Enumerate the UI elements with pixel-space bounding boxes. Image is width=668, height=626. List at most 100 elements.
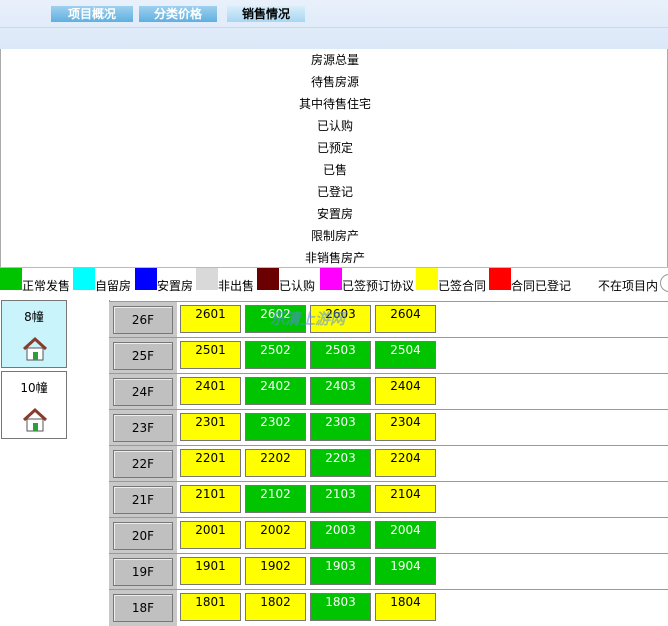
unit-cell[interactable]: 2603 <box>310 305 371 333</box>
floor-row: 25F 2501 2502 2503 2504 <box>109 337 668 374</box>
legend-swatch <box>257 268 279 290</box>
summary-item: 已认购 <box>316 119 353 133</box>
legend-swatch <box>416 268 438 290</box>
summary-item: 非销售房产 <box>304 251 365 265</box>
sales-summary: 房源总量待售房源其中待售住宅 已认购已预定已售已登记安置房限制房产非销售房产 <box>0 49 668 268</box>
legend-label: 已签合同 <box>438 279 487 293</box>
floor-cell: 21F <box>109 482 177 518</box>
unit-cell[interactable]: 2004 <box>375 521 436 549</box>
legend-label: 正常发售 <box>22 279 71 293</box>
unit-cell[interactable]: 2001 <box>180 521 241 549</box>
unit-cell[interactable]: 2403 <box>310 377 371 405</box>
legend-swatch <box>196 268 218 290</box>
floor-row: 20F 2001 2002 2003 2004 <box>109 517 668 554</box>
unit-cell[interactable]: 1901 <box>180 557 241 585</box>
legend-label: 安置房 <box>157 279 194 293</box>
unit-cell[interactable]: 2401 <box>180 377 241 405</box>
unit-cell[interactable]: 2201 <box>180 449 241 477</box>
legend-label: 非出售 <box>218 279 255 293</box>
house-icon <box>22 336 48 361</box>
floor-button[interactable]: 21F <box>113 486 173 514</box>
summary-item: 已售 <box>322 163 347 177</box>
summary-item: 安置房 <box>316 207 353 221</box>
legend-swatch <box>0 268 22 290</box>
house-icon <box>22 407 48 432</box>
unit-cell[interactable]: 2103 <box>310 485 371 513</box>
unit-cell[interactable]: 2302 <box>245 413 306 441</box>
floor-button[interactable]: 19F <box>113 558 173 586</box>
floor-cell: 18F <box>109 590 177 626</box>
summary-item: 待售房源 <box>310 75 359 89</box>
unit-cell[interactable]: 2501 <box>180 341 241 369</box>
legend-swatch <box>73 268 95 290</box>
floor-row: 21F 2101 2102 2103 2104 <box>109 481 668 518</box>
summary-item: 其中待售住宅 <box>298 97 371 111</box>
legend-label: 合同已登记 <box>511 279 572 293</box>
unit-cell[interactable]: 1802 <box>245 593 306 621</box>
unit-cell[interactable]: 1904 <box>375 557 436 585</box>
unit-cell[interactable]: 2503 <box>310 341 371 369</box>
unit-cell[interactable]: 2602 <box>245 305 306 333</box>
top-bar: 项目概况 分类价格 销售情况 <box>0 0 668 49</box>
tab-project-overview[interactable]: 项目概况 <box>51 6 133 22</box>
floor-row: 18F 1801 1802 1803 1804 <box>109 589 668 626</box>
floor-cell: 24F <box>109 374 177 410</box>
legend-label: 自留房 <box>95 279 132 293</box>
floor-button[interactable]: 23F <box>113 414 173 442</box>
floor-row: 26F 2601 2602 2603 2604 <box>109 301 668 338</box>
summary-item: 已预定 <box>316 141 353 155</box>
floor-row: 23F 2301 2302 2303 2304 <box>109 409 668 446</box>
unit-cell[interactable]: 2102 <box>245 485 306 513</box>
unit-cell[interactable]: 2303 <box>310 413 371 441</box>
floor-button[interactable]: 25F <box>113 342 173 370</box>
unit-cell[interactable]: 2101 <box>180 485 241 513</box>
summary-item: 已登记 <box>316 185 353 199</box>
floor-cell: 23F <box>109 410 177 446</box>
unit-cell[interactable]: 2202 <box>245 449 306 477</box>
legend-swatch <box>489 268 511 290</box>
tab-sales-status[interactable]: 销售情况 <box>227 6 305 22</box>
floor-cell: 22F <box>109 446 177 482</box>
unit-cell[interactable]: 2504 <box>375 341 436 369</box>
floor-button[interactable]: 22F <box>113 450 173 478</box>
unit-cell[interactable]: 2604 <box>375 305 436 333</box>
unit-cell[interactable]: 1902 <box>245 557 306 585</box>
unit-cell[interactable]: 1801 <box>180 593 241 621</box>
floor-button[interactable]: 26F <box>113 306 173 334</box>
unit-cell[interactable]: 2204 <box>375 449 436 477</box>
unit-cell[interactable]: 2104 <box>375 485 436 513</box>
unit-cell[interactable]: 2304 <box>375 413 436 441</box>
unit-cell[interactable]: 2002 <box>245 521 306 549</box>
floor-button[interactable]: 18F <box>113 594 173 622</box>
unit-cell[interactable]: 2203 <box>310 449 371 477</box>
building-name: 10幢 <box>20 381 48 395</box>
unit-cell[interactable]: 2003 <box>310 521 371 549</box>
unit-cell[interactable]: 2502 <box>245 341 306 369</box>
unit-cell[interactable]: 2404 <box>375 377 436 405</box>
legend-label: 不在项目内 <box>598 279 659 293</box>
floor-cell: 26F <box>109 302 177 338</box>
floor-cell: 25F <box>109 338 177 374</box>
unit-cell[interactable]: 1903 <box>310 557 371 585</box>
floor-row: 19F 1901 1902 1903 1904 <box>109 553 668 590</box>
floor-cell: 19F <box>109 554 177 590</box>
tab-category-price[interactable]: 分类价格 <box>139 6 217 22</box>
legend-swatch <box>135 268 157 290</box>
unit-cell[interactable]: 2601 <box>180 305 241 333</box>
legend-swatch <box>576 268 598 290</box>
unit-cell[interactable]: 2402 <box>245 377 306 405</box>
floor-button[interactable]: 20F <box>113 522 173 550</box>
summary-item: 房源总量 <box>310 53 359 67</box>
floor-row: 22F 2201 2202 2203 2204 <box>109 445 668 482</box>
status-legend: 正常发售 自留房 安置房 非出售 已认购 已签预订协议 已签合同 合同已登记 不在项目内 <box>0 268 668 296</box>
building-10-button[interactable]: 10幢 <box>1 371 67 439</box>
floor-row: 24F 2401 2402 2403 2404 <box>109 373 668 410</box>
unit-cell[interactable]: 1803 <box>310 593 371 621</box>
unit-cell[interactable]: 1804 <box>375 593 436 621</box>
summary-item: 限制房产 <box>310 229 359 243</box>
legend-label: 已认购 <box>279 279 316 293</box>
unit-cell[interactable]: 2301 <box>180 413 241 441</box>
divider <box>0 27 668 28</box>
building-8-button[interactable]: 8幢 <box>1 300 67 368</box>
floor-button[interactable]: 24F <box>113 378 173 406</box>
